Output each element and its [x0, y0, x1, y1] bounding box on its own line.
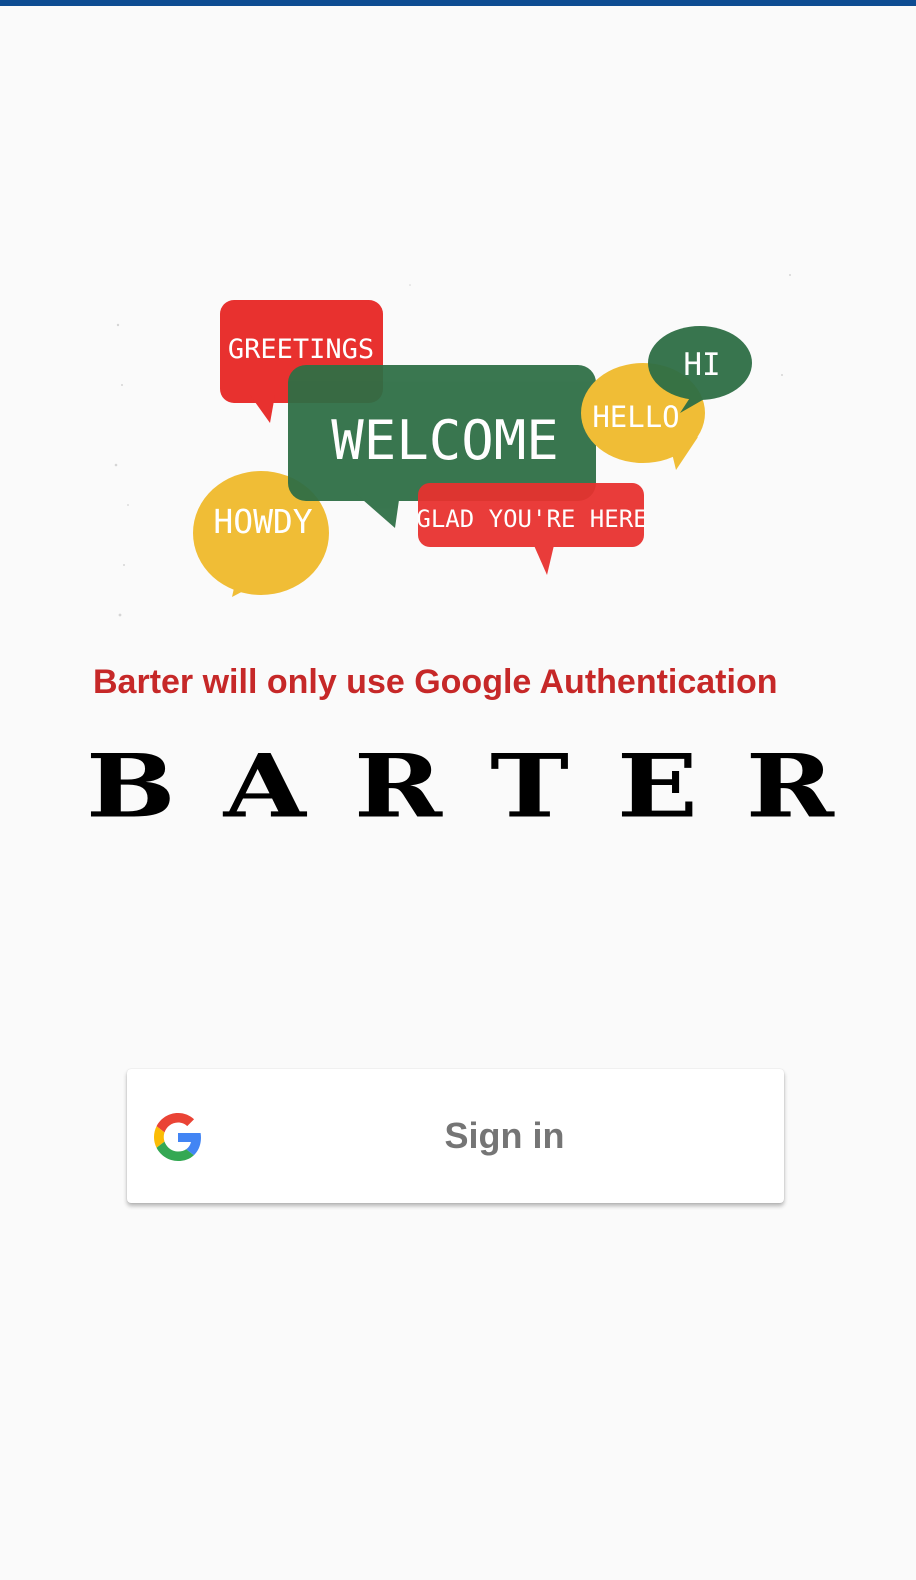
welcome-speech-bubbles-illustration: GREETINGS HOWDY WELCOME GLAD YOU'RE HERE…: [114, 274, 791, 617]
svg-text:WELCOME: WELCOME: [331, 409, 559, 472]
svg-text:HELLO: HELLO: [592, 400, 679, 434]
brand-letter: T: [490, 734, 569, 837]
barter-logo-wordmark: B A R T E R: [86, 728, 834, 837]
google-sign-in-button[interactable]: Sign in: [127, 1069, 784, 1203]
brand-letter: R: [353, 734, 443, 837]
svg-text:GLAD YOU'RE HERE: GLAD YOU'RE HERE: [416, 505, 647, 533]
auth-notice-text: Barter will only use Google Authenticati…: [93, 663, 778, 701]
brand-letter: A: [223, 734, 306, 837]
top-accent-bar: [0, 0, 916, 6]
svg-text:HI: HI: [683, 347, 720, 383]
svg-text:GREETINGS: GREETINGS: [228, 334, 374, 365]
svg-text:HOWDY: HOWDY: [213, 502, 312, 541]
brand-letter: R: [745, 734, 834, 837]
bubble-glad-youre-here: GLAD YOU'RE HERE: [416, 483, 648, 575]
brand-letter: E: [617, 734, 698, 837]
brand-letter: B: [86, 734, 176, 837]
sign-in-label: Sign in: [444, 1115, 565, 1156]
